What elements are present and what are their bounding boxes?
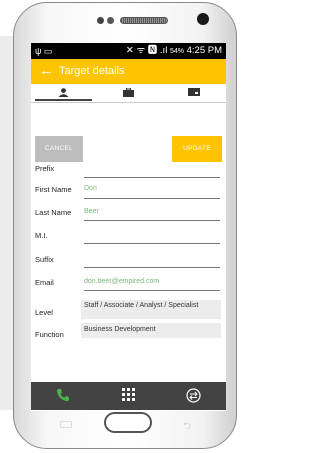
tab-indicator xyxy=(35,99,92,101)
sensor-icon xyxy=(107,17,114,24)
person-icon xyxy=(58,88,69,97)
briefcase-icon xyxy=(123,88,134,97)
bottom-nav xyxy=(31,382,226,410)
email-label: Email xyxy=(35,278,54,287)
mi-label: M.I. xyxy=(35,231,48,240)
first-name-underline xyxy=(84,198,220,199)
first-name-field[interactable]: Don xyxy=(84,185,220,192)
last-name-label: Last Name xyxy=(35,208,72,217)
back-arrow-icon[interactable]: ← xyxy=(39,61,54,81)
nav-transfer[interactable] xyxy=(161,382,226,410)
last-name-underline xyxy=(84,220,220,221)
tab-company[interactable] xyxy=(96,84,161,102)
level-label: Level xyxy=(35,308,53,317)
nav-dialpad[interactable] xyxy=(96,382,161,410)
swap-arrows-icon xyxy=(186,388,201,403)
update-button[interactable]: UPDATE xyxy=(172,136,222,162)
status-right-icons: ✕ ᯤ 🅽 .ıl xyxy=(125,45,168,56)
cancel-button[interactable]: CANCEL xyxy=(35,136,83,162)
screen: ψ ▭ ✕ ᯤ 🅽 .ıl 54% 4:25 PM ← Target detai… xyxy=(31,43,226,411)
email-field[interactable]: don.beer@empired.com xyxy=(84,278,220,285)
level-select[interactable]: Staff / Associate / Analyst / Specialist xyxy=(81,300,221,319)
prefix-label: Prefix xyxy=(35,164,55,173)
home-button[interactable] xyxy=(104,412,152,433)
status-time: 4:25 PM xyxy=(186,45,222,56)
status-left-icons: ψ ▭ xyxy=(35,46,53,56)
front-camera-icon xyxy=(197,13,209,25)
suffix-underline xyxy=(84,267,220,268)
page-title: Target details xyxy=(59,65,125,77)
app-bar: ← Target details xyxy=(31,59,226,84)
battery-percent: 54% xyxy=(169,48,184,55)
tab-bar xyxy=(31,84,226,102)
phone-icon xyxy=(57,389,69,402)
status-right: ✕ ᯤ 🅽 .ıl 54% 4:25 PM xyxy=(126,43,222,60)
recent-apps-icon[interactable] xyxy=(60,421,72,428)
function-label: Function xyxy=(35,330,64,339)
nav-call[interactable] xyxy=(31,382,96,410)
email-underline xyxy=(84,290,220,291)
suffix-label: Suffix xyxy=(35,255,54,264)
mi-underline xyxy=(84,243,220,244)
function-select[interactable]: Business Development xyxy=(81,323,221,338)
back-key-icon[interactable]: ⮌ xyxy=(183,419,191,436)
last-name-field[interactable]: Beer xyxy=(84,208,220,215)
dialpad-icon xyxy=(122,388,135,401)
speaker-grille xyxy=(120,17,168,24)
first-name-label: First Name xyxy=(35,185,72,194)
status-bar: ψ ▭ ✕ ᯤ 🅽 .ıl 54% 4:25 PM xyxy=(31,43,226,59)
tab-contact-card[interactable] xyxy=(161,84,226,102)
tab-divider xyxy=(31,102,226,103)
prefix-underline xyxy=(84,177,220,178)
card-icon xyxy=(188,88,200,96)
sensor-icon xyxy=(97,17,104,24)
